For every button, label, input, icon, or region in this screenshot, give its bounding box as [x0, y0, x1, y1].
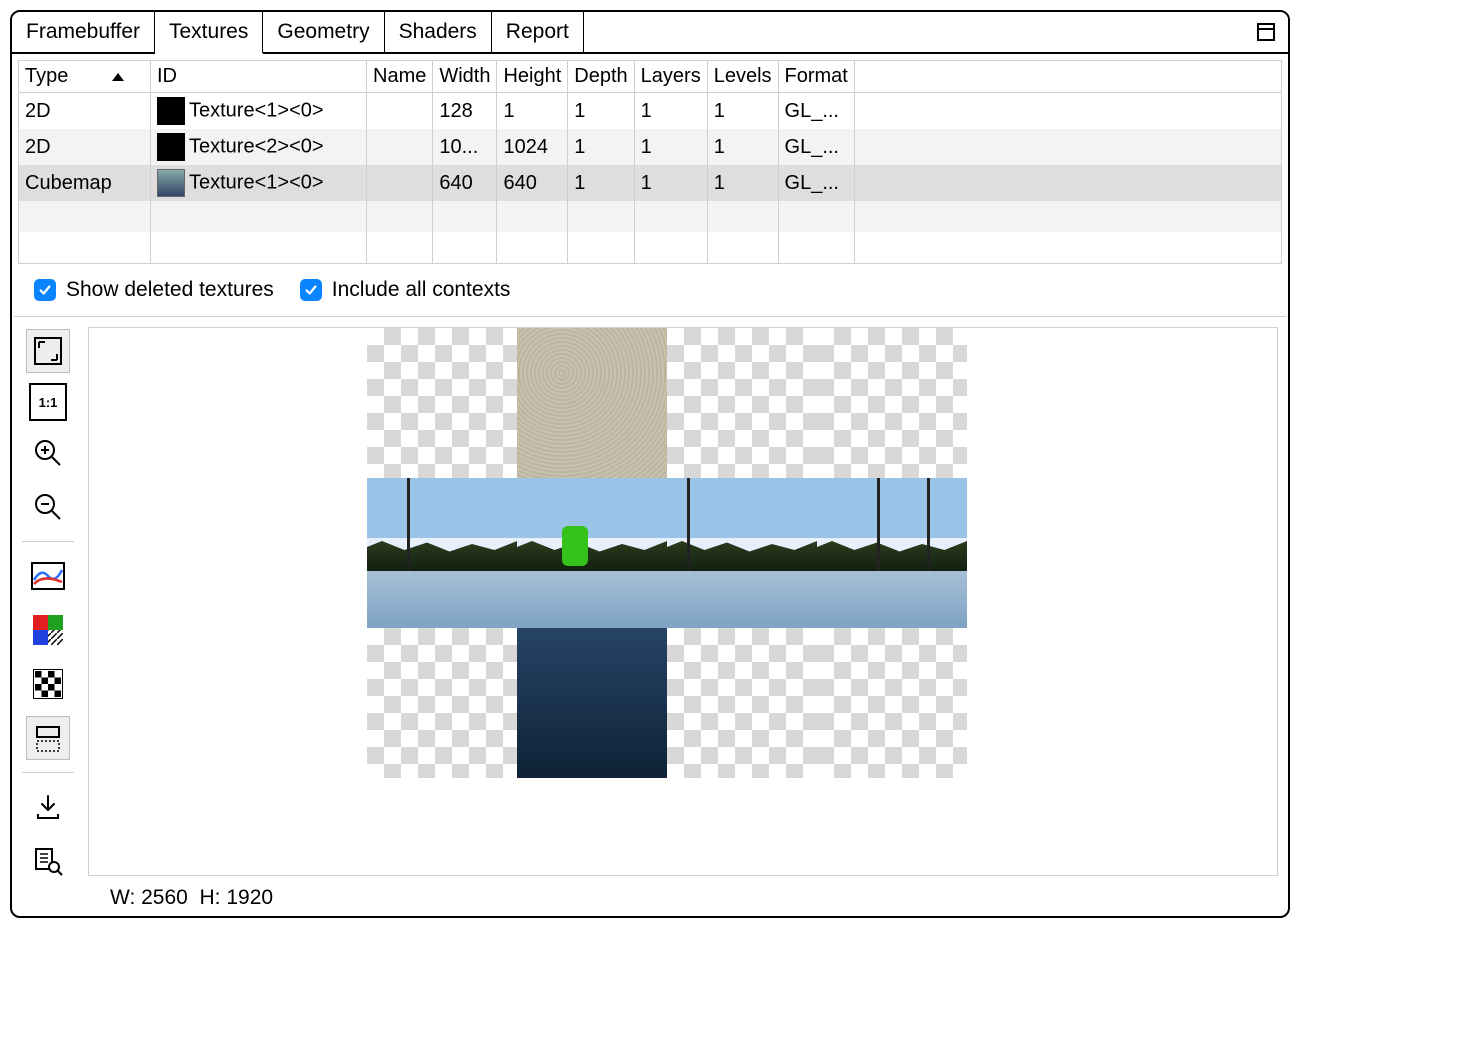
cubemap-face-left	[367, 478, 517, 628]
cubemap-face-empty	[667, 328, 817, 478]
col-layers[interactable]: Layers	[634, 61, 707, 93]
options-row: Show deleted textures Include all contex…	[12, 264, 1288, 316]
cubemap-unwrap	[367, 328, 967, 778]
table-row[interactable]: 2D Texture<1><0> 128 1 1 1 1 GL_...	[19, 93, 1282, 130]
include-all-contexts-checkbox[interactable]: Include all contexts	[300, 278, 511, 302]
flip-vertical-button[interactable]	[26, 716, 70, 760]
cubemap-face-empty	[667, 628, 817, 778]
tab-geometry[interactable]: Geometry	[263, 12, 384, 52]
table-header-row: Type ID Name Width Height Depth Layers L…	[19, 61, 1282, 93]
background-checker-button[interactable]	[26, 662, 70, 706]
table-row-empty	[19, 232, 1282, 264]
table-row[interactable]: Cubemap Texture<1><0> 640 640 1 1 1 GL_.…	[19, 165, 1282, 201]
textures-panel: Framebuffer Textures Geometry Shaders Re…	[10, 10, 1290, 918]
cubemap-face-empty	[367, 328, 517, 478]
checkbox-icon	[34, 279, 56, 301]
status-bar: W: 2560 H: 1920	[88, 876, 1278, 910]
tab-shaders[interactable]: Shaders	[385, 12, 492, 52]
tab-bar: Framebuffer Textures Geometry Shaders Re…	[12, 12, 1288, 54]
col-depth[interactable]: Depth	[568, 61, 634, 93]
cubemap-face-top	[517, 328, 667, 478]
cubemap-face-front	[517, 478, 667, 628]
textures-table[interactable]: Type ID Name Width Height Depth Layers L…	[18, 60, 1282, 264]
col-id[interactable]: ID	[151, 61, 367, 93]
tab-textures[interactable]: Textures	[155, 12, 263, 54]
tab-framebuffer[interactable]: Framebuffer	[12, 12, 155, 52]
col-name[interactable]: Name	[367, 61, 433, 93]
zoom-actual-button[interactable]: 1:1	[29, 383, 67, 421]
texture-thumb	[157, 169, 185, 197]
zoom-fit-button[interactable]	[26, 329, 70, 373]
export-button[interactable]	[26, 785, 70, 829]
cubemap-face-right	[667, 478, 817, 628]
histogram-button[interactable]	[26, 554, 70, 598]
cubemap-face-bottom	[517, 628, 667, 778]
col-format[interactable]: Format	[778, 61, 854, 93]
maximize-icon	[1257, 23, 1275, 41]
cubemap-face-empty	[367, 628, 517, 778]
zoom-out-button[interactable]	[26, 485, 70, 529]
maximize-button[interactable]	[1244, 12, 1288, 52]
col-width[interactable]: Width	[433, 61, 497, 93]
viewer-toolbar: 1:1	[22, 327, 74, 910]
cubemap-face-empty	[817, 328, 967, 478]
table-row[interactable]: 2D Texture<2><0> 10... 1024 1 1 1 GL_...	[19, 129, 1282, 165]
cubemap-face-empty	[817, 628, 967, 778]
texture-thumb	[157, 97, 185, 125]
col-type[interactable]: Type	[19, 61, 151, 93]
inspect-button[interactable]	[26, 839, 70, 883]
show-deleted-checkbox[interactable]: Show deleted textures	[34, 278, 274, 302]
texture-preview-canvas[interactable]	[88, 327, 1278, 876]
channels-button[interactable]	[26, 608, 70, 652]
cubemap-face-back	[817, 478, 967, 628]
col-levels[interactable]: Levels	[707, 61, 778, 93]
zoom-in-button[interactable]	[26, 431, 70, 475]
checkbox-icon	[300, 279, 322, 301]
table-row-empty	[19, 201, 1282, 232]
col-height[interactable]: Height	[497, 61, 568, 93]
tab-report[interactable]: Report	[492, 12, 584, 52]
texture-thumb	[157, 133, 185, 161]
